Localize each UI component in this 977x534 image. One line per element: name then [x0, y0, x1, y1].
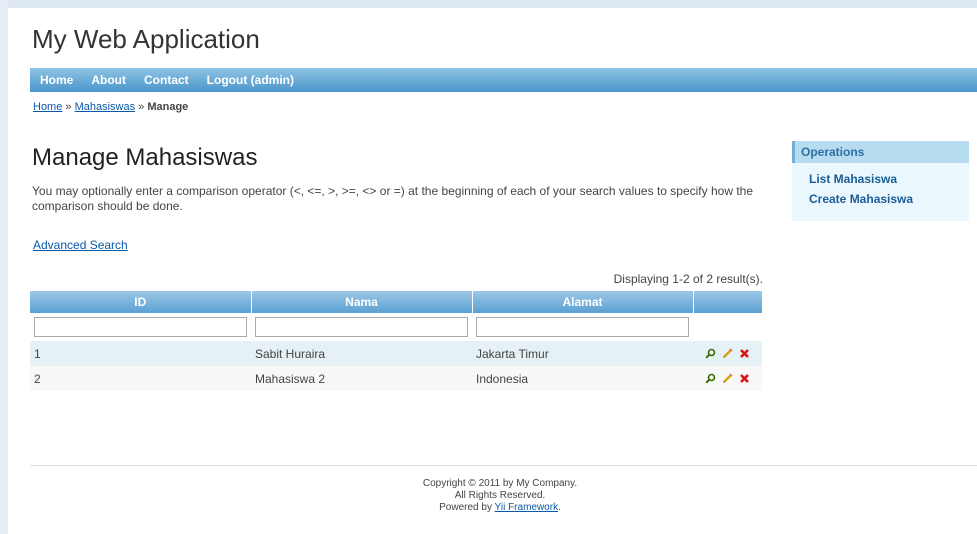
cell-actions: [693, 341, 762, 366]
breadcrumb-separator: »: [135, 101, 148, 113]
grid-filter-row: [30, 313, 762, 341]
footer-powered-suffix: .: [558, 502, 561, 513]
filter-id-input[interactable]: [34, 317, 247, 337]
column-header-id[interactable]: ID: [30, 291, 252, 313]
menu-item-logout[interactable]: Logout (admin): [205, 73, 296, 87]
page-title: Manage Mahasiswas: [32, 144, 258, 171]
filter-nama-input[interactable]: [255, 317, 468, 337]
operations-title: Operations: [792, 141, 969, 163]
view-icon[interactable]: [705, 348, 716, 359]
cell-id: 1: [30, 341, 251, 366]
cell-nama: Sabit Huraira: [251, 341, 472, 366]
cell-alamat: Jakarta Timur: [472, 341, 693, 366]
yii-framework-link[interactable]: Yii Framework: [495, 502, 559, 513]
breadcrumb-current: Manage: [147, 101, 189, 113]
footer-copyright: Copyright © 2011 by My Company.: [422, 478, 578, 489]
breadcrumb-home[interactable]: Home: [33, 101, 62, 113]
filter-alamat-input[interactable]: [476, 317, 689, 337]
menu-item-home[interactable]: Home: [38, 73, 75, 87]
app-title: My Web Application: [32, 24, 260, 54]
footer-powered-prefix: Powered by: [439, 502, 495, 513]
footer-divider: [30, 465, 977, 466]
operations-portlet: Operations List Mahasiswa Create Mahasis…: [792, 141, 969, 221]
footer: Copyright © 2011 by My Company. All Righ…: [30, 478, 970, 514]
mahasiswa-grid: ID Nama Alamat 1 Sabit Huraira Jakarta T…: [30, 291, 762, 391]
column-header-actions: [693, 291, 762, 313]
edit-icon[interactable]: [722, 373, 733, 384]
footer-powered: Powered by Yii Framework.: [30, 502, 970, 514]
advanced-search-link[interactable]: Advanced Search: [33, 238, 128, 252]
table-row: 2 Mahasiswa 2 Indonesia: [30, 366, 762, 391]
filter-cell-actions: [693, 313, 762, 341]
column-header-nama[interactable]: Nama: [251, 291, 473, 313]
breadcrumb-separator: »: [62, 101, 75, 113]
search-hint-text: You may optionally enter a comparison op…: [32, 184, 753, 213]
breadcrumb-mahasiswas[interactable]: Mahasiswas: [75, 101, 136, 113]
filter-cell-nama: [251, 313, 472, 341]
menu-item-about[interactable]: About: [89, 73, 128, 87]
cell-id: 2: [30, 366, 251, 391]
filter-cell-alamat: [472, 313, 693, 341]
edit-icon[interactable]: [722, 348, 733, 359]
filter-cell-id: [30, 313, 251, 341]
cell-nama: Mahasiswa 2: [251, 366, 472, 391]
left-border: [0, 0, 8, 534]
top-border: [0, 0, 977, 8]
menu-item-contact[interactable]: Contact: [142, 73, 191, 87]
breadcrumb: Home » Mahasiswas » Manage: [33, 101, 188, 113]
grid-summary: Displaying 1-2 of 2 result(s).: [613, 272, 763, 286]
delete-icon[interactable]: [739, 373, 750, 384]
footer-rights: All Rights Reserved.: [454, 490, 546, 501]
delete-icon[interactable]: [739, 348, 750, 359]
grid-header-row: ID Nama Alamat: [30, 291, 762, 313]
view-icon[interactable]: [705, 373, 716, 384]
main-menu: Home About Contact Logout (admin): [30, 68, 977, 92]
column-header-alamat[interactable]: Alamat: [472, 291, 694, 313]
cell-actions: [693, 366, 762, 391]
list-mahasiswa-link[interactable]: List Mahasiswa: [792, 169, 969, 189]
create-mahasiswa-link[interactable]: Create Mahasiswa: [792, 189, 969, 209]
table-row: 1 Sabit Huraira Jakarta Timur: [30, 341, 762, 366]
cell-alamat: Indonesia: [472, 366, 693, 391]
